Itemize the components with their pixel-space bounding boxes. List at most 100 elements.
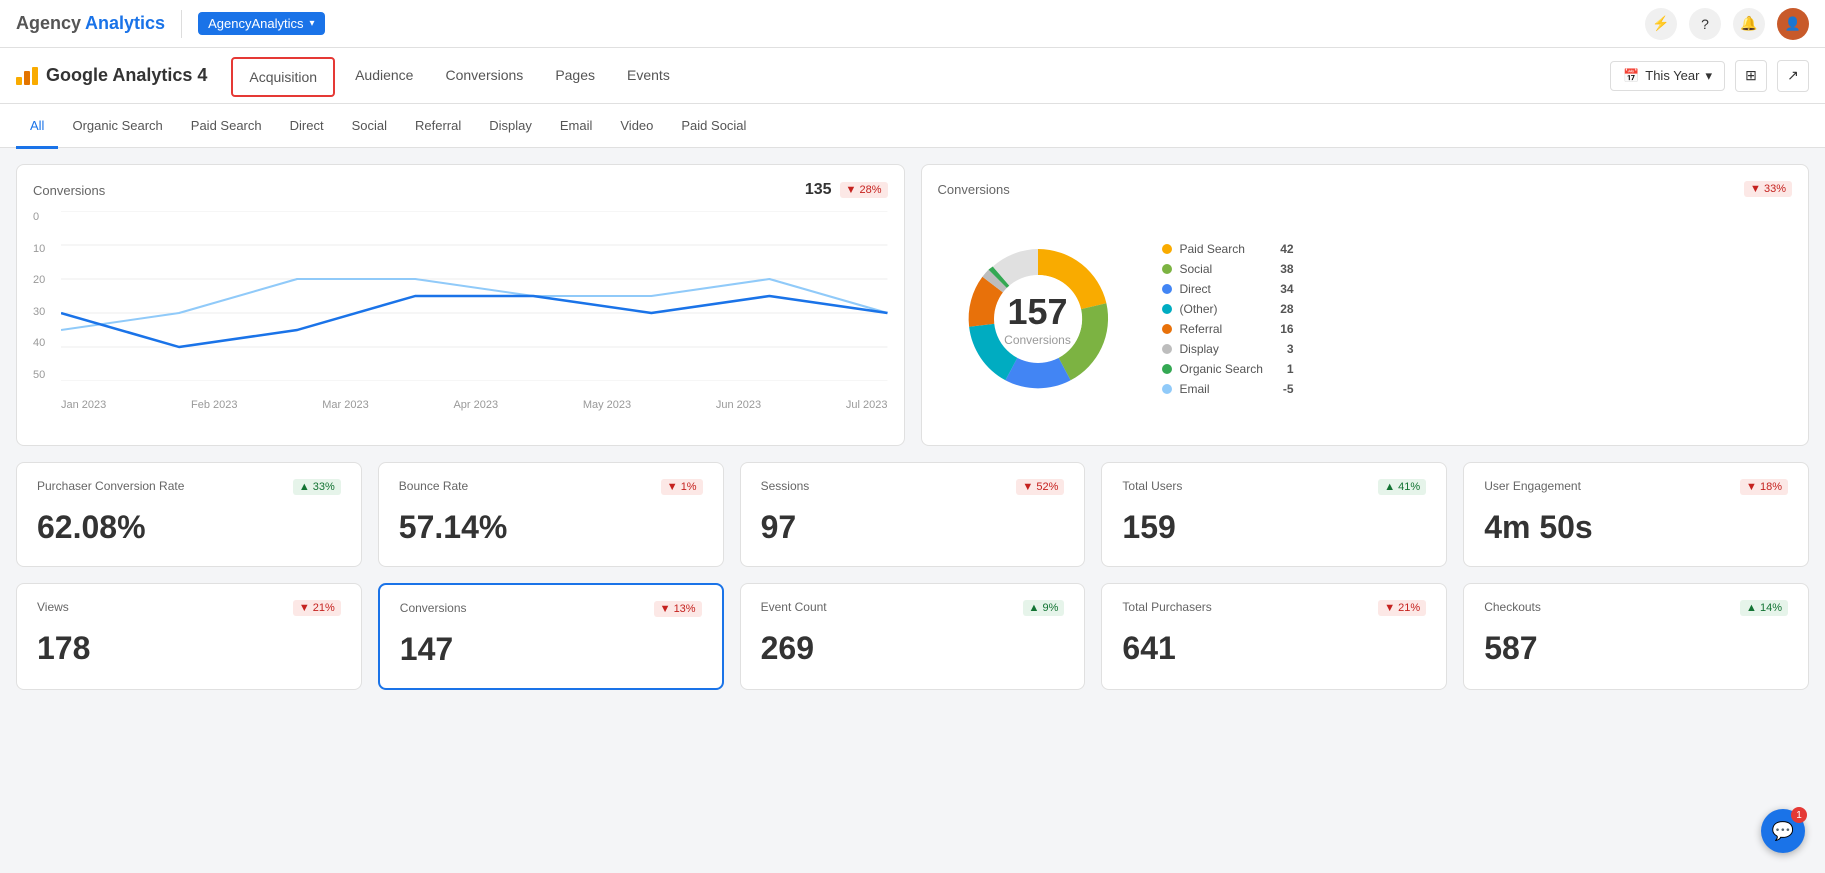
metric-header-pcr: Purchaser Conversion Rate ▲ 33% [37,479,341,501]
legend-dot-referral [1162,324,1172,334]
legend-dot-paid-search [1162,244,1172,254]
line-chart-card: Conversions 135 ▼ 28% 50 40 30 20 10 0 [16,164,905,446]
metric-badge-br: ▼ 1% [661,479,703,495]
legend-dot-email [1162,384,1172,394]
flash-icon-button[interactable]: ⚡ [1645,8,1677,40]
tab-pages[interactable]: Pages [539,49,611,105]
donut-center-text: 157 Conversions [1004,291,1071,347]
avatar[interactable]: 👤 [1777,8,1809,40]
customize-button[interactable]: ⊞ [1735,60,1767,92]
metric-value-ue: 4m 50s [1484,509,1788,546]
tab-events-label: Events [627,67,670,83]
metric-badge-checkouts: ▲ 14% [1740,600,1788,616]
metrics-row-2: Views ▼ 21% 178 Conversions ▼ 13% 147 Ev… [16,583,1809,690]
customize-icon: ⊞ [1745,67,1757,84]
legend-item-email: Email -5 [1162,382,1294,396]
filter-tab-organic-search[interactable]: Organic Search [58,105,176,149]
legend-item-referral: Referral 16 [1162,322,1294,336]
chat-bubble-button[interactable]: 💬 1 [1761,809,1805,853]
metric-label-sessions: Sessions [761,479,810,493]
legend-dot-social [1162,264,1172,274]
share-button[interactable]: ↗ [1777,60,1809,92]
filter-tab-referral[interactable]: Referral [401,105,475,149]
x-axis-labels: Jan 2023 Feb 2023 Mar 2023 Apr 2023 May … [61,399,888,411]
metric-header-ec: Event Count ▲ 9% [761,600,1065,622]
tab-acquisition-label: Acquisition [249,69,317,85]
legend-label-referral: Referral [1180,322,1223,336]
metric-label-checkouts: Checkouts [1484,600,1541,614]
ga-logo: Google Analytics 4 [16,65,207,86]
filter-tabs: All Organic Search Paid Search Direct So… [0,104,1825,148]
line-chart-title: Conversions [33,183,105,198]
legend-value-display: 3 [1271,342,1294,356]
metric-label-tp: Total Purchasers [1122,600,1211,614]
legend-label-other: (Other) [1180,302,1218,316]
metric-card-purchaser-conversion-rate: Purchaser Conversion Rate ▲ 33% 62.08% [16,462,362,567]
brand-logo: AgencyAnalytics [16,13,165,34]
legend-value-email: -5 [1267,382,1294,396]
legend-item-paid-search: Paid Search 42 [1162,242,1294,256]
metric-card-conversions[interactable]: Conversions ▼ 13% 147 [378,583,724,690]
metric-label-conv: Conversions [400,601,467,615]
chat-badge: 1 [1791,807,1807,823]
metric-label-views: Views [37,600,69,614]
main-nav-tabs: Acquisition Audience Conversions Pages E… [227,48,685,104]
filter-tab-paid-social[interactable]: Paid Social [667,105,760,149]
ga-title: Google Analytics 4 [46,65,207,86]
metric-card-sessions: Sessions ▼ 52% 97 [740,462,1086,567]
flash-icon: ⚡ [1652,15,1669,32]
tab-conversions[interactable]: Conversions [429,49,539,105]
metric-value-sessions: 97 [761,509,1065,546]
legend-value-paid-search: 42 [1264,242,1293,256]
tab-conversions-label: Conversions [445,67,523,83]
metric-card-views: Views ▼ 21% 178 [16,583,362,690]
filter-tab-all[interactable]: All [16,105,58,149]
metric-value-tu: 159 [1122,509,1426,546]
agency-selector[interactable]: AgencyAnalytics ▾ [198,12,324,35]
metric-value-ec: 269 [761,630,1065,667]
top-nav-actions: ⚡ ? 🔔 👤 [1645,8,1809,40]
metric-badge-ue: ▼ 18% [1740,479,1788,495]
legend-label-organic-search: Organic Search [1180,362,1263,376]
tab-audience[interactable]: Audience [339,49,429,105]
legend-value-referral: 16 [1264,322,1293,336]
chart-svg-area [61,211,888,381]
date-range-selector[interactable]: 📅 This Year ▾ [1610,61,1725,91]
metric-header-br: Bounce Rate ▼ 1% [399,479,703,501]
filter-tab-video[interactable]: Video [606,105,667,149]
metric-value-checkouts: 587 [1484,630,1788,667]
metric-header-tp: Total Purchasers ▼ 21% [1122,600,1426,622]
legend-item-display: Display 3 [1162,342,1294,356]
metric-value-br: 57.14% [399,509,703,546]
chevron-down-icon: ▾ [309,18,314,29]
metric-value-views: 178 [37,630,341,667]
main-content: Conversions 135 ▼ 28% 50 40 30 20 10 0 [0,148,1825,706]
metric-badge-pcr: ▲ 33% [293,479,341,495]
filter-tab-direct[interactable]: Direct [276,105,338,149]
help-icon-button[interactable]: ? [1689,8,1721,40]
metric-label-ec: Event Count [761,600,827,614]
metric-header-tu: Total Users ▲ 41% [1122,479,1426,501]
metric-label-br: Bounce Rate [399,479,468,493]
brand-analytics-text: Analytics [85,13,165,34]
filter-tab-social[interactable]: Social [338,105,401,149]
donut-chart-card: Conversions ▼ 33% [921,164,1810,446]
tab-events[interactable]: Events [611,49,686,105]
filter-tab-display[interactable]: Display [475,105,546,149]
legend-value-social: 38 [1264,262,1293,276]
donut-legend: Paid Search 42 Social 38 Direct 34 [1162,242,1294,396]
metric-card-checkouts: Checkouts ▲ 14% 587 [1463,583,1809,690]
metric-label-ue: User Engagement [1484,479,1581,493]
help-icon: ? [1701,16,1709,32]
filter-tab-paid-search[interactable]: Paid Search [177,105,276,149]
legend-label-paid-search: Paid Search [1180,242,1245,256]
bell-icon-button[interactable]: 🔔 [1733,8,1765,40]
metric-badge-ec: ▲ 9% [1023,600,1065,616]
filter-tab-email[interactable]: Email [546,105,607,149]
metric-header-sessions: Sessions ▼ 52% [761,479,1065,501]
tab-acquisition[interactable]: Acquisition [231,57,335,97]
metric-card-bounce-rate: Bounce Rate ▼ 1% 57.14% [378,462,724,567]
metric-badge-views: ▼ 21% [293,600,341,616]
brand-agency-text: Agency [16,13,81,34]
line-chart-svg [61,211,888,381]
